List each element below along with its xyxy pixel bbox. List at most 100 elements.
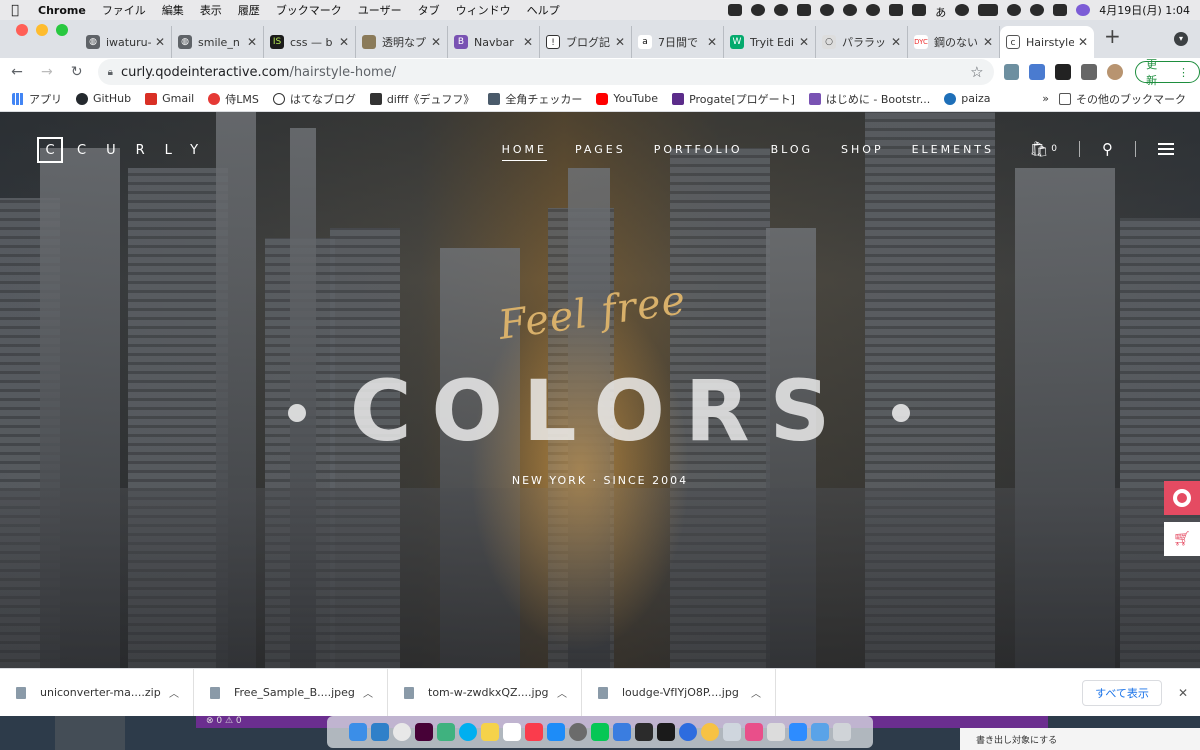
chevron-up-icon[interactable]: ︿ (363, 685, 373, 700)
close-icon[interactable]: ✕ (799, 35, 809, 49)
camera-icon[interactable] (728, 4, 743, 16)
close-icon[interactable]: ✕ (615, 35, 625, 49)
preview-icon[interactable] (635, 723, 653, 741)
app-store-icon[interactable] (547, 723, 565, 741)
reload-button[interactable]: ↻ (64, 64, 90, 80)
bookmark-hatena-blog[interactable]: はてなブログ (272, 91, 356, 107)
battery-icon[interactable] (978, 4, 999, 16)
notes-icon[interactable] (481, 723, 499, 741)
nav-home[interactable]: HOME (501, 143, 547, 161)
menubar-clock[interactable]: 4月19日(月) 1:04 (1099, 2, 1190, 18)
buy-cart-button[interactable]: 🛒︎ (1164, 522, 1200, 556)
curly-logo[interactable]: C CURLY (37, 137, 218, 163)
bolt-icon[interactable] (751, 4, 766, 16)
menu-edit[interactable]: 編集 (154, 2, 192, 18)
check-icon[interactable] (797, 4, 812, 16)
tab-blog[interactable]: ! ブログ記 ✕ (540, 26, 632, 58)
close-icon[interactable]: ✕ (339, 35, 349, 49)
update-button[interactable]: 更新 ⋮ (1135, 58, 1200, 87)
bookmark-youtube[interactable]: YouTube (596, 92, 658, 105)
bookmark-difff[interactable]: difff《デュフフ》 (369, 91, 474, 107)
menu-tab[interactable]: タブ (410, 2, 448, 18)
tab-smile[interactable]: ◍ smile_n ✕ (172, 26, 264, 58)
save-extension-icon[interactable] (1055, 64, 1072, 80)
calendar-icon[interactable] (503, 723, 521, 741)
ime-indicator-icon[interactable]: あ (935, 4, 946, 19)
chevron-up-icon[interactable]: ︿ (169, 685, 179, 700)
spotlight-icon[interactable] (1030, 4, 1045, 16)
address-bar[interactable]: 🔒︎ curly.qodeinteractive.com/hairstyle-h… (97, 59, 994, 85)
download-item[interactable]: Free_Sample_B....jpeg ︿ (194, 669, 388, 716)
bookmark-zenkaku-checker[interactable]: 全角チェッカー (488, 91, 582, 107)
line-icon[interactable] (591, 723, 609, 741)
chevron-up-icon[interactable]: ︿ (557, 685, 567, 700)
bookmark-apps[interactable]: アプリ (12, 91, 62, 107)
chevron-up-icon[interactable]: ︿ (751, 685, 761, 700)
menu-window[interactable]: ウィンドウ (448, 2, 519, 18)
display-icon[interactable] (912, 4, 927, 16)
volume-icon[interactable] (889, 4, 904, 16)
shopping-bag-icon[interactable]: 🛍︎ (1029, 140, 1048, 158)
tab-search-icon[interactable]: ▾ (1174, 32, 1188, 46)
moon-icon[interactable] (955, 4, 970, 16)
forward-button[interactable]: → (34, 64, 60, 80)
disk-utility-icon[interactable] (723, 723, 741, 741)
finder-icon[interactable] (349, 723, 367, 741)
close-icon[interactable]: ✕ (891, 35, 901, 49)
settings-icon[interactable] (569, 723, 587, 741)
adobe-xd-icon[interactable] (415, 723, 433, 741)
hamburger-menu-icon[interactable] (1158, 143, 1174, 155)
lock-icon[interactable]: 🔒︎ (108, 67, 113, 78)
tab-amazon[interactable]: a 7日間で ✕ (632, 26, 724, 58)
bookmark-star-icon[interactable]: ☆ (970, 63, 983, 81)
cc-icon[interactable] (774, 4, 789, 16)
profile-avatar[interactable] (1107, 64, 1124, 80)
zoom-window-button[interactable] (56, 24, 68, 36)
tab-iwaturu[interactable]: ◍ iwaturu- ✕ (80, 26, 172, 58)
menu-file[interactable]: ファイル (94, 2, 154, 18)
tab-parallax[interactable]: ○ パララッ ✕ (816, 26, 908, 58)
vscode-icon[interactable] (371, 723, 389, 741)
activity-icon[interactable] (679, 723, 697, 741)
siri-icon[interactable] (1076, 4, 1091, 16)
apple-icon[interactable]:  (0, 3, 30, 18)
menu-app-name[interactable]: Chrome (30, 4, 94, 17)
nav-shop[interactable]: SHOP (841, 143, 884, 161)
amazon-music-icon[interactable] (657, 723, 675, 741)
menu-history[interactable]: 履歴 (230, 2, 268, 18)
bookmark-progate[interactable]: Progate[プロゲート] (672, 91, 795, 107)
trash-icon[interactable] (833, 723, 851, 741)
menu-bookmarks[interactable]: ブックマーク (268, 2, 350, 18)
close-icon[interactable]: ✕ (431, 35, 441, 49)
close-icon[interactable]: ✕ (523, 35, 533, 49)
bookmark-samurai-lms[interactable]: 侍LMS (208, 91, 259, 107)
download-item[interactable]: uniconverter-ma....zip ︿ (0, 669, 194, 716)
bookmark-gmail[interactable]: Gmail (145, 92, 194, 105)
nav-elements[interactable]: ELEMENTS (912, 143, 994, 161)
eyedropper-extension-icon[interactable] (1003, 64, 1020, 80)
support-lifebuoy-button[interactable] (1164, 481, 1200, 515)
wifi-icon[interactable] (1007, 4, 1022, 16)
tab-dyc[interactable]: DYC 鋼のない ✕ (908, 26, 1000, 58)
download-item[interactable]: tom-w-zwdkxQZ....jpg ︿ (388, 669, 582, 716)
bookmark-github[interactable]: GitHub (76, 92, 131, 105)
bookmarks-overflow-chevron[interactable]: » (1042, 92, 1049, 105)
tab-tryit[interactable]: W Tryit Edi ✕ (724, 26, 816, 58)
line-icon[interactable] (843, 4, 858, 16)
photos-icon[interactable] (745, 723, 763, 741)
emoji-app-icon[interactable] (701, 723, 719, 741)
minimize-window-button[interactable] (36, 24, 48, 36)
back-button[interactable]: ← (4, 64, 30, 80)
bookmark-other-folder[interactable]: その他のブックマーク (1059, 91, 1186, 107)
download-item[interactable]: loudge-VfIYjO8P....jpg ︿ (582, 669, 776, 716)
menu-users[interactable]: ユーザー (350, 2, 410, 18)
nav-blog[interactable]: BLOG (771, 143, 813, 161)
export-checkbox-label[interactable]: 書き出し対象にする (960, 728, 1200, 750)
show-all-downloads-button[interactable]: すべて表示 (1082, 679, 1162, 706)
tab-transparent[interactable]: 透明なプ ✕ (356, 26, 448, 58)
mail-icon[interactable] (613, 723, 631, 741)
search-icon[interactable]: ⚲ (1102, 140, 1113, 158)
close-window-button[interactable] (16, 24, 28, 36)
extensions-puzzle-icon[interactable] (1081, 64, 1098, 80)
nav-portfolio[interactable]: PORTFOLIO (654, 143, 743, 161)
